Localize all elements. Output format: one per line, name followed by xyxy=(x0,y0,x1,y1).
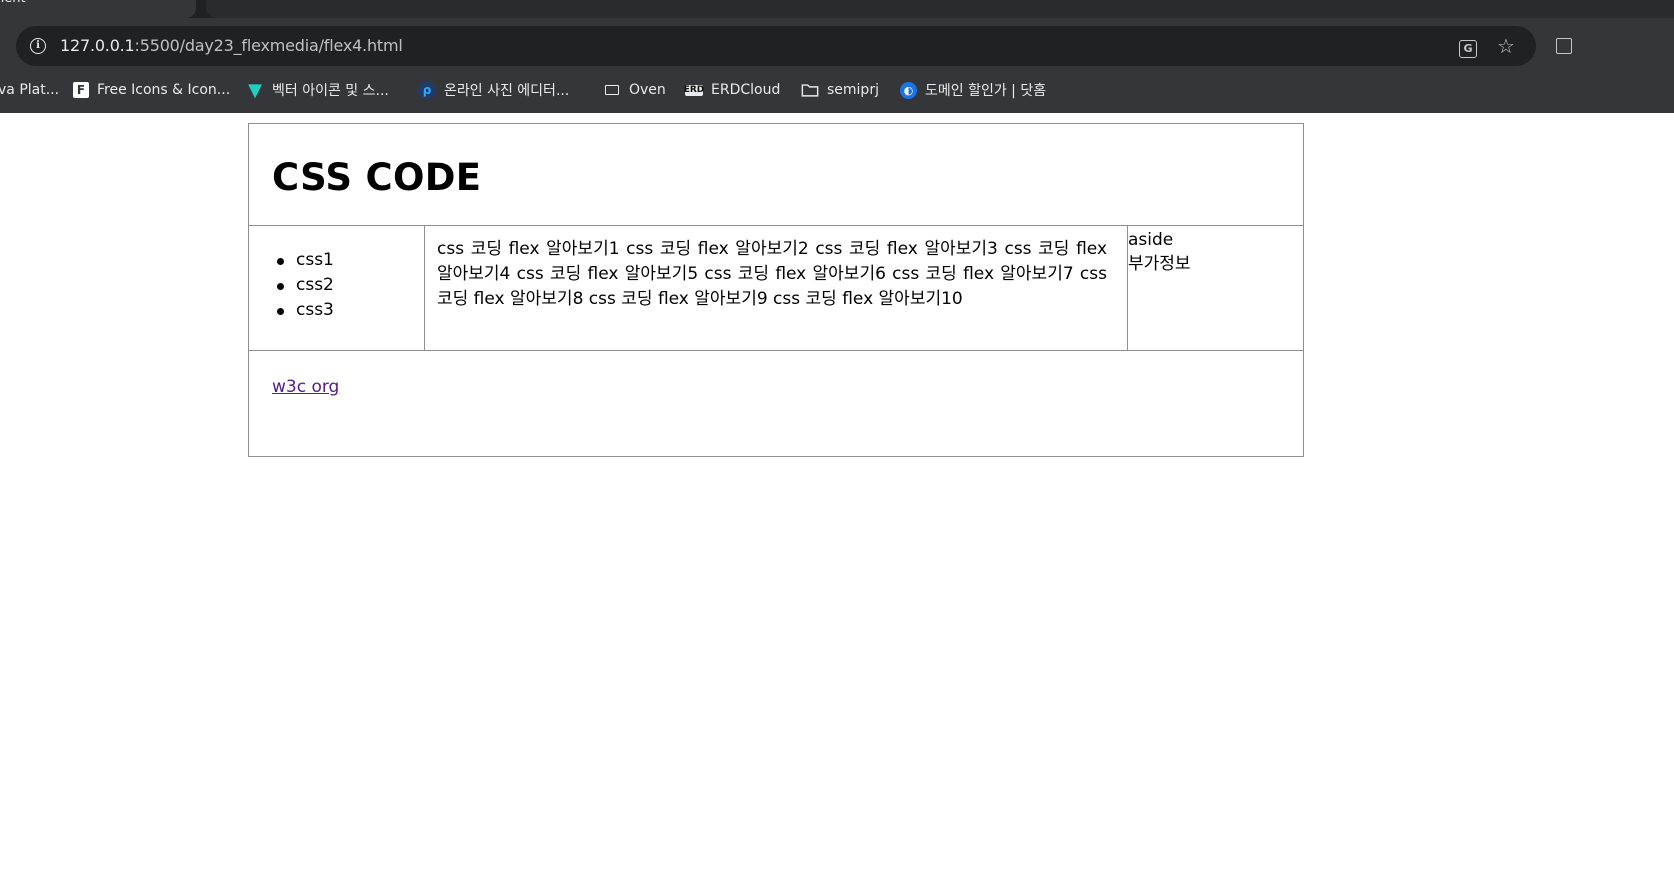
bookmarks-bar: va Plat... F Free Icons & Icon... ▼ 벡터 아… xyxy=(0,73,1674,113)
bookmark-label: 온라인 사진 에디터... xyxy=(444,83,570,99)
bookmark-star-icon[interactable]: ☆ xyxy=(1495,35,1517,57)
bookmark-free-icons[interactable]: F Free Icons & Icon... xyxy=(73,73,230,107)
url-host: 127.0.0.1 xyxy=(60,36,135,55)
nav-list-item: css2 xyxy=(275,273,334,298)
nav-list-item: css1 xyxy=(275,248,334,273)
bullet-icon xyxy=(277,308,284,315)
bookmark-label: Free Icons & Icon... xyxy=(97,82,231,98)
article-section: css 코딩 flex 알아보기1 css 코딩 flex 알아보기2 css … xyxy=(426,226,1128,350)
aside-text: 부가정보 xyxy=(1128,254,1191,274)
dothome-icon: ◐ xyxy=(900,81,917,99)
bookmark-label: va Plat... xyxy=(0,82,60,98)
erd-icon: ERD xyxy=(683,84,705,96)
bookmark-label: Oven xyxy=(629,82,666,98)
bookmark-label: ERDCloud xyxy=(711,82,781,98)
bookmark-photo-editor[interactable]: ρ 온라인 사진 에디터... xyxy=(418,73,569,107)
page-header: CSS CODE xyxy=(249,124,1303,226)
page-container: CSS CODE css1 css2 css3 css 코딩 flex 알아보기… xyxy=(248,123,1304,457)
tab-strip: nent xyxy=(0,0,1674,18)
page-footer: w3c org xyxy=(249,352,1303,456)
address-bar[interactable]: i 127.0.0.1:5500/day23_flexmedia/flex4.h… xyxy=(16,26,1536,66)
nav-list: css1 css2 css3 xyxy=(275,248,334,323)
bookmark-erdcloud[interactable]: ERD ERDCloud xyxy=(683,73,781,107)
bookmark-dothome[interactable]: ◐ 도메인 할인가 | 닷홈 xyxy=(900,73,1046,107)
side-panel-icon[interactable] xyxy=(1556,38,1572,54)
content-row: css1 css2 css3 css 코딩 flex 알아보기1 css 코딩 … xyxy=(249,226,1303,351)
aside-title: aside xyxy=(1128,230,1174,250)
url-path: :5500/day23_flexmedia/flex4.html xyxy=(134,36,403,55)
tab-strip-background xyxy=(206,0,1674,18)
page-title: CSS CODE xyxy=(272,156,482,199)
vector-icon: ▼ xyxy=(248,79,262,101)
browser-toolbar: i 127.0.0.1:5500/day23_flexmedia/flex4.h… xyxy=(0,18,1674,73)
w3c-link[interactable]: w3c org xyxy=(272,377,339,397)
nav-list-item: css3 xyxy=(275,298,334,323)
photo-editor-icon: ρ xyxy=(418,81,436,99)
bookmark-label: 도메인 할인가 | 닷홈 xyxy=(925,83,1047,99)
bullet-icon xyxy=(277,258,284,265)
site-info-icon[interactable]: i xyxy=(26,34,50,58)
translate-icon[interactable]: G xyxy=(1457,35,1479,58)
bookmark-oven[interactable]: Oven xyxy=(603,73,666,107)
nav-item-label: css3 xyxy=(296,300,334,320)
url-text[interactable]: 127.0.0.1:5500/day23_flexmedia/flex4.htm… xyxy=(60,36,403,55)
bookmark-label: semiprj xyxy=(827,82,879,98)
aside-section: aside 부가정보 xyxy=(1128,226,1303,350)
folder-icon xyxy=(801,81,819,99)
bookmark-semiprj[interactable]: semiprj xyxy=(801,73,879,107)
nav-item-label: css2 xyxy=(296,275,334,295)
bookmark-label: 벡터 아이콘 및 스... xyxy=(272,83,389,99)
tab-title: nent xyxy=(0,0,26,6)
tab-active[interactable]: nent xyxy=(0,0,196,18)
nav-section: css1 css2 css3 xyxy=(249,226,425,350)
article-text: css 코딩 flex 알아보기1 css 코딩 flex 알아보기2 css … xyxy=(437,239,1107,309)
bullet-icon xyxy=(277,283,284,290)
bookmark-vector-icons[interactable]: ▼ 벡터 아이콘 및 스... xyxy=(246,73,389,107)
oven-icon xyxy=(603,81,621,99)
bookmark-java[interactable]: va Plat... xyxy=(0,73,59,107)
nav-item-label: css1 xyxy=(296,250,334,270)
flaticon-icon: F xyxy=(73,82,89,98)
